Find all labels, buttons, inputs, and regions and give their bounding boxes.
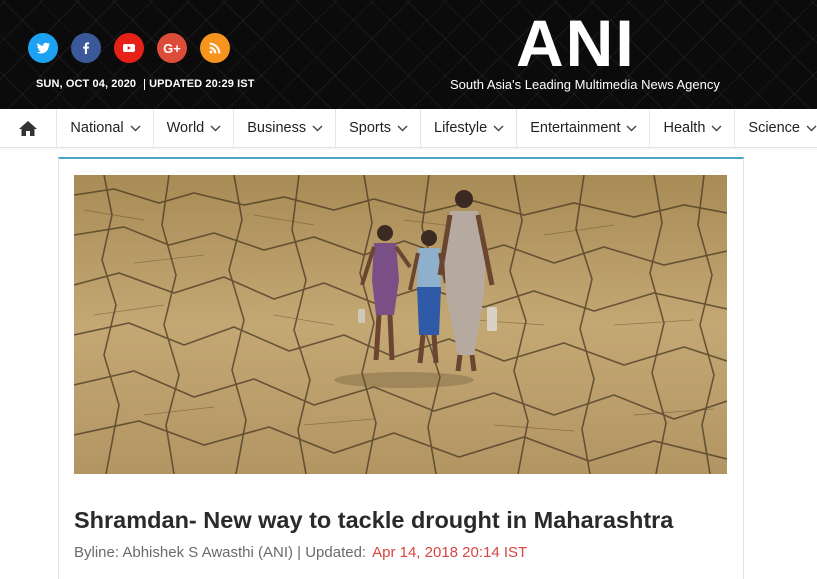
nav-item-label: National bbox=[70, 120, 124, 136]
main-nav: National World Business Sports Lifestyle… bbox=[0, 109, 817, 148]
drought-photo bbox=[74, 175, 727, 474]
current-date: SUN, OCT 04, 2020 bbox=[36, 78, 137, 90]
home-icon bbox=[19, 120, 38, 136]
date-separator bbox=[144, 78, 146, 90]
nav-item-lifestyle[interactable]: Lifestyle bbox=[421, 109, 518, 147]
site-tagline: South Asia's Leading Multimedia News Age… bbox=[450, 77, 720, 92]
chevron-down-icon bbox=[397, 125, 408, 131]
nav-item-label: Business bbox=[247, 120, 307, 136]
article-hero-image bbox=[74, 175, 727, 474]
chevron-down-icon bbox=[711, 125, 722, 131]
chevron-down-icon bbox=[626, 125, 637, 131]
chevron-down-icon bbox=[493, 125, 504, 131]
twitter-icon[interactable] bbox=[28, 33, 58, 63]
chevron-down-icon bbox=[130, 125, 141, 131]
nav-item-label: Science bbox=[748, 120, 800, 136]
nav-item-entertainment[interactable]: Entertainment bbox=[517, 109, 651, 147]
chevron-down-icon bbox=[312, 125, 323, 131]
nav-item-business[interactable]: Business bbox=[234, 109, 337, 147]
updated-time: UPDATED 20:29 IST bbox=[149, 78, 255, 90]
facebook-icon[interactable] bbox=[71, 33, 101, 63]
nav-item-health[interactable]: Health bbox=[650, 109, 736, 147]
home-button[interactable] bbox=[0, 109, 58, 147]
nav-item-label: Entertainment bbox=[530, 120, 621, 136]
nav-item-sports[interactable]: Sports bbox=[336, 109, 421, 147]
google-plus-icon[interactable]: G+ bbox=[157, 33, 187, 63]
nav-item-label: Sports bbox=[349, 120, 391, 136]
article-headline[interactable]: Shramdan- New way to tackle drought in M… bbox=[74, 507, 734, 534]
article-byline: Byline: Abhishek S Awasthi (ANI) | Updat… bbox=[74, 544, 527, 561]
rss-icon[interactable] bbox=[200, 33, 230, 63]
byline-date: Apr 14, 2018 20:14 IST bbox=[372, 544, 528, 561]
nav-item-label: World bbox=[166, 120, 205, 136]
byline-author: Byline: Abhishek S Awasthi (ANI) | Updat… bbox=[74, 544, 367, 561]
site-logo[interactable]: ANI bbox=[516, 10, 636, 76]
nav-item-science[interactable]: Science bbox=[735, 109, 817, 147]
nav-item-label: Lifestyle bbox=[434, 120, 488, 136]
date-line: SUN, OCT 04, 2020 UPDATED 20:29 IST bbox=[36, 78, 255, 90]
nav-item-world[interactable]: World bbox=[154, 109, 235, 147]
nav-item-label: Health bbox=[663, 120, 706, 136]
social-links: G+ bbox=[28, 33, 230, 63]
site-header: G+ SUN, OCT 04, 2020 UPDATED 20:29 IST A… bbox=[0, 0, 817, 109]
article-card: Shramdan- New way to tackle drought in M… bbox=[58, 157, 744, 579]
chevron-down-icon bbox=[806, 125, 817, 131]
chevron-down-icon bbox=[210, 125, 221, 131]
youtube-icon[interactable] bbox=[114, 33, 144, 63]
nav-item-national[interactable]: National bbox=[57, 109, 154, 147]
